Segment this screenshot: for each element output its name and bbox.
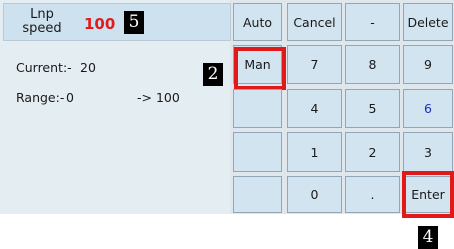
enter-button[interactable]: Enter bbox=[403, 176, 453, 213]
current-value: 20 bbox=[80, 60, 96, 75]
key-1[interactable]: 1 bbox=[287, 132, 342, 172]
speed-label: Lnp speed bbox=[22, 8, 62, 36]
key-5[interactable]: 5 bbox=[345, 89, 400, 128]
range-min: 0 bbox=[66, 90, 74, 105]
blank-button-row3[interactable] bbox=[233, 89, 282, 128]
decimal-point-button[interactable]: . bbox=[345, 176, 400, 213]
auto-button[interactable]: Auto bbox=[233, 3, 282, 41]
key-0[interactable]: 0 bbox=[287, 176, 342, 213]
range-max: -> 100 bbox=[137, 90, 180, 105]
speed-display: Lnp speed 100 bbox=[3, 3, 231, 41]
speed-label-line1: Lnp bbox=[30, 7, 54, 22]
key-9[interactable]: 9 bbox=[403, 45, 453, 84]
minus-button[interactable]: - bbox=[345, 3, 400, 41]
speed-value: 100 bbox=[84, 15, 116, 33]
step-badge-man: 2 bbox=[203, 63, 223, 86]
step-badge-enter: 4 bbox=[418, 226, 438, 249]
blank-button-row5[interactable] bbox=[233, 176, 282, 213]
key-3[interactable]: 3 bbox=[403, 132, 453, 172]
speed-label-line2: speed bbox=[22, 21, 62, 36]
step-badge-speed: 5 bbox=[124, 11, 144, 34]
current-label: Current:- bbox=[16, 60, 72, 75]
key-4[interactable]: 4 bbox=[287, 89, 342, 128]
cancel-button[interactable]: Cancel bbox=[287, 3, 342, 41]
blank-button-row4[interactable] bbox=[233, 132, 282, 172]
key-8[interactable]: 8 bbox=[345, 45, 400, 84]
key-7[interactable]: 7 bbox=[287, 45, 342, 84]
delete-button[interactable]: Delete bbox=[403, 3, 453, 41]
range-label: Range:- bbox=[16, 90, 65, 105]
key-6[interactable]: 6 bbox=[403, 89, 453, 128]
key-2[interactable]: 2 bbox=[345, 132, 400, 172]
man-button[interactable]: Man bbox=[233, 45, 282, 84]
